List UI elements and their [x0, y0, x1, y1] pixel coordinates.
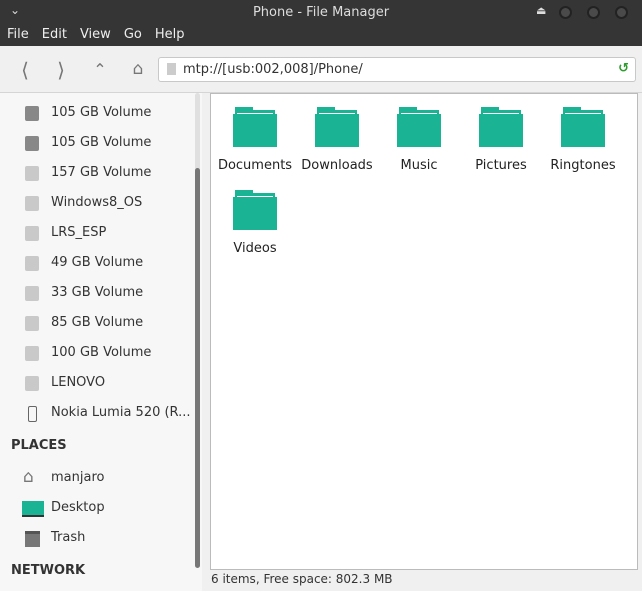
title-bar: ⌄ Phone - File Manager ⏏ [0, 0, 642, 26]
reload-icon[interactable]: ↺ [618, 61, 629, 76]
sidebar-item-label: LRS_ESP [51, 225, 107, 240]
folder-label: Documents [217, 158, 293, 173]
folder-icon [315, 107, 359, 149]
folder-icon [561, 107, 605, 149]
drive-icon [25, 166, 39, 181]
sidebar-item-device[interactable]: 33 GB Volume [0, 279, 190, 309]
places-header: PLACES [11, 438, 67, 453]
menu-file[interactable]: File [0, 26, 35, 46]
menu-view[interactable]: View [73, 26, 117, 46]
menu-bar: File Edit View Go Help [0, 26, 642, 46]
sidebar-item-trash[interactable]: Trash [0, 524, 190, 554]
sidebar-item-label: 105 GB Volume [51, 135, 152, 150]
desktop-icon [22, 501, 44, 517]
back-button[interactable]: ⟨ [13, 58, 37, 82]
status-bar: 6 items, Free space: 802.3 MB [211, 572, 393, 586]
drive-icon [25, 256, 39, 271]
sidebar-item-device[interactable]: 105 GB Volume [0, 129, 190, 159]
sidebar-item-label: 100 GB Volume [51, 345, 152, 360]
sidebar-item-label: Windows8_OS [51, 195, 143, 210]
sidebar-item-label: 157 GB Volume [51, 165, 152, 180]
menu-edit[interactable]: Edit [35, 26, 73, 46]
location-input[interactable]: mtp://[usb:002,008]/Phone/ [183, 62, 363, 77]
drive-icon [25, 286, 39, 301]
sidebar-item-label: 105 GB Volume [51, 105, 152, 120]
sidebar-item-device[interactable]: 85 GB Volume [0, 309, 190, 339]
scrollbar-thumb[interactable] [195, 168, 200, 568]
drive-icon [25, 106, 39, 121]
folder-item[interactable]: Downloads [296, 95, 378, 175]
sidebar-item-device[interactable]: LRS_ESP [0, 219, 190, 249]
sidebar-item-desktop[interactable]: Desktop [0, 494, 190, 524]
forward-button[interactable]: ⟩ [49, 58, 73, 82]
sidebar-item-home[interactable]: ⌂ manjaro [0, 464, 190, 494]
up-button[interactable]: ⌃ [88, 60, 112, 79]
drive-icon [25, 346, 39, 361]
maximize-button[interactable] [587, 6, 600, 19]
folder-icon [397, 107, 441, 149]
menu-help[interactable]: Help [148, 26, 191, 46]
minimize-button[interactable] [559, 6, 572, 19]
sidebar-scrollbar[interactable] [195, 93, 200, 568]
drive-icon [25, 316, 39, 331]
drive-icon [25, 376, 39, 391]
sidebar: 105 GB Volume 105 GB Volume 157 GB Volume W… [0, 93, 202, 591]
drive-icon [25, 196, 39, 211]
folder-item[interactable]: Ringtones [542, 95, 624, 175]
sidebar-item-label: LENOVO [51, 375, 106, 390]
phone-icon [28, 406, 37, 422]
sidebar-item-device[interactable]: 105 GB Volume [0, 99, 190, 129]
sidebar-item-device[interactable]: 157 GB Volume [0, 159, 190, 189]
sidebar-item-device[interactable]: 100 GB Volume [0, 339, 190, 369]
sidebar-item-label: manjaro [51, 470, 105, 485]
folder-icon [479, 107, 523, 149]
folder-item[interactable]: Music [378, 95, 460, 175]
close-button[interactable] [615, 6, 628, 19]
folder-label: Ringtones [550, 158, 616, 173]
folder-label: Music [400, 158, 438, 173]
home-icon: ⌂ [23, 467, 34, 487]
file-view: Documents Downloads Music Pictures Ringtones… [210, 93, 638, 570]
sidebar-item-device[interactable]: Windows8_OS [0, 189, 190, 219]
folder-item[interactable]: Pictures [460, 95, 542, 175]
home-button[interactable]: ⌂ [126, 59, 150, 79]
sidebar-item-label: Nokia Lumia 520 (R... [51, 405, 191, 420]
network-header: NETWORK [11, 563, 86, 578]
folder-label: Pictures [475, 158, 527, 173]
folder-label: Videos [233, 241, 277, 256]
location-bar[interactable]: mtp://[usb:002,008]/Phone/ ↺ [158, 57, 636, 82]
shade-icon[interactable]: ⏏ [536, 4, 546, 17]
folder-item[interactable]: Documents [214, 95, 296, 175]
sidebar-item-label: Desktop [51, 500, 105, 515]
sidebar-item-label: Trash [51, 530, 86, 545]
document-icon [167, 63, 176, 75]
drive-icon [25, 226, 39, 241]
sidebar-item-label: 33 GB Volume [51, 285, 144, 300]
sidebar-item-device[interactable]: 49 GB Volume [0, 249, 190, 279]
menu-go[interactable]: Go [117, 26, 148, 46]
pane-splitter[interactable] [202, 93, 210, 591]
drive-icon [25, 136, 39, 151]
toolbar: ⟨ ⟩ ⌃ ⌂ mtp://[usb:002,008]/Phone/ ↺ [0, 46, 642, 93]
sidebar-item-label: 85 GB Volume [51, 315, 144, 330]
sidebar-item-device[interactable]: LENOVO [0, 369, 190, 399]
folder-icon [233, 190, 277, 232]
folder-icon [233, 107, 277, 149]
sidebar-item-label: 49 GB Volume [51, 255, 144, 270]
folder-label: Downloads [301, 158, 373, 173]
folder-item[interactable]: Videos [214, 178, 296, 258]
trash-icon [25, 531, 40, 547]
sidebar-item-device[interactable]: Nokia Lumia 520 (R... [0, 399, 191, 429]
